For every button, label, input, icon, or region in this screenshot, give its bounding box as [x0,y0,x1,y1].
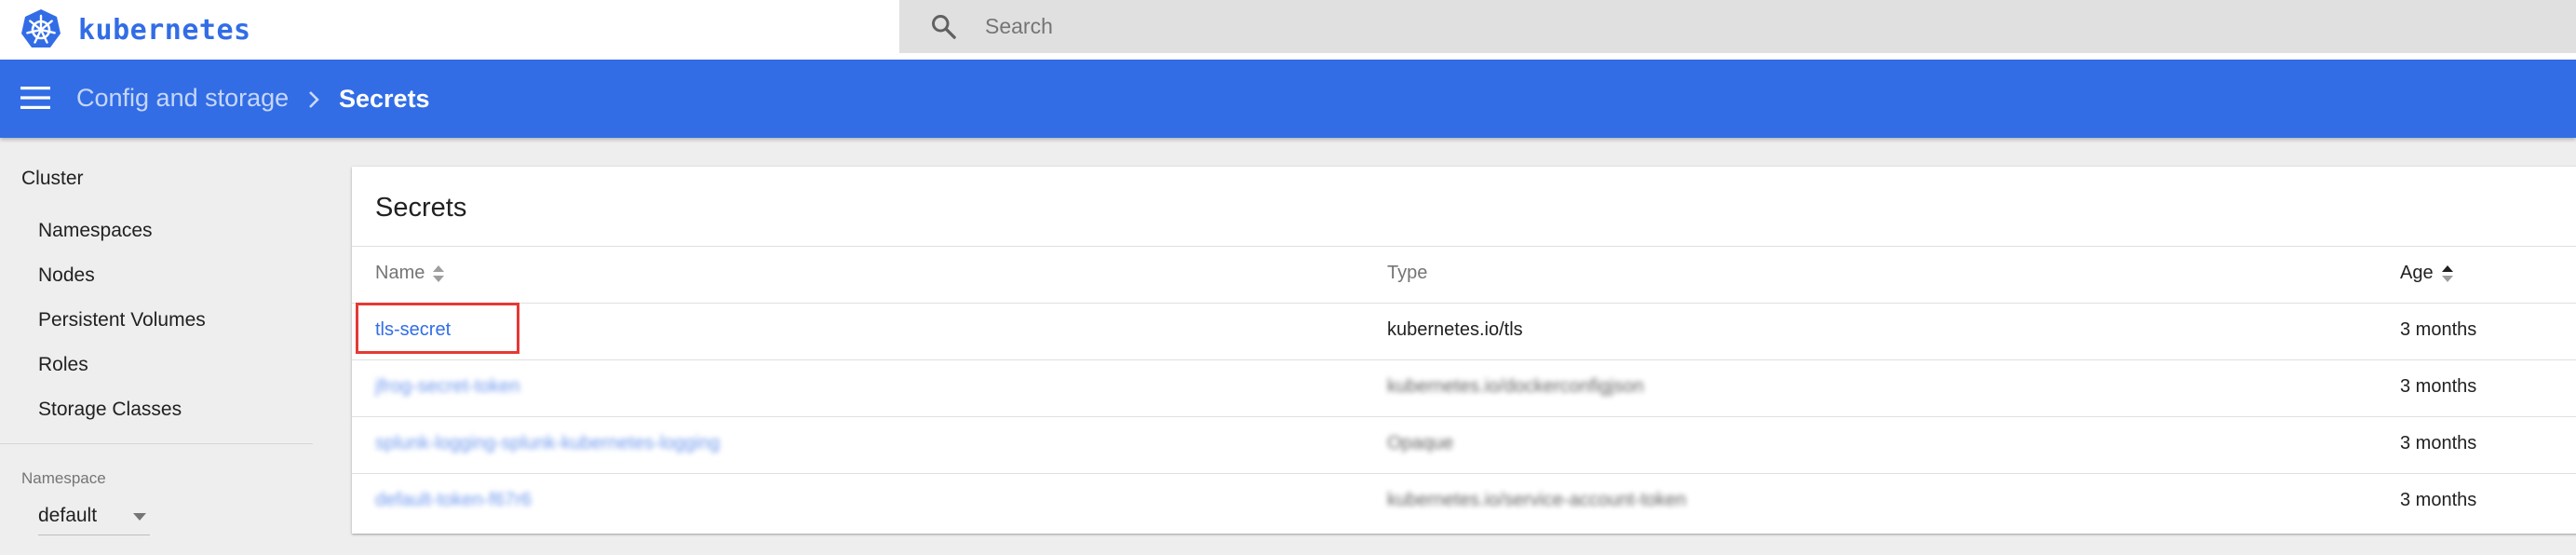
column-header-type-label: Type [1387,263,1428,283]
chevron-right-icon [309,91,319,108]
sidebar-heading-cluster[interactable]: Cluster [21,168,84,190]
secret-type: kubernetes.io/service-account-token [1387,490,1687,510]
column-header-name-label: Name [375,263,425,283]
sidebar-divider [0,443,313,444]
secret-name-link[interactable]: default-token-f67r6 [375,490,532,511]
namespace-select-value: default [38,505,98,526]
row-divider [352,416,2576,417]
card-title-divider [352,246,2576,247]
column-header-age[interactable]: Age [2400,263,2454,284]
sidebar-item-nodes[interactable]: Nodes [38,264,95,287]
card-title: Secrets [375,193,467,223]
column-header-type: Type [1387,263,1427,284]
breadcrumb-secrets: Secrets [339,85,430,113]
row-divider [352,473,2576,474]
secret-type: kubernetes.io/dockerconfigjson [1387,376,1644,397]
sidebar-item-namespaces[interactable]: Namespaces [38,220,153,242]
menu-icon[interactable] [20,86,50,110]
secret-age: 3 months [2400,433,2477,453]
search-icon[interactable] [929,12,958,41]
column-header-age-label: Age [2400,263,2434,283]
row-divider [352,359,2576,360]
namespace-label: Namespace [21,469,106,487]
search-bar [899,0,2576,53]
brand[interactable]: kubernetes [19,4,251,56]
sidebar-item-persistent-volumes[interactable]: Persistent Volumes [38,309,206,332]
sort-icon [433,264,445,282]
namespace-select[interactable]: default [38,502,150,535]
sidebar: Cluster Namespaces Nodes Persistent Volu… [0,138,346,555]
dropdown-arrow-icon [133,513,146,521]
secret-name-link[interactable]: splunk-logging-splunk-kubernetes-logging [375,433,720,454]
secret-type: Opaque [1387,433,1454,453]
sort-ascending-icon [2441,264,2453,282]
search-input[interactable] [985,7,2475,45]
secret-age: 3 months [2400,376,2477,397]
secret-name-link[interactable]: jfrog-secret-token [375,376,520,398]
header-divider [352,303,2576,304]
secret-age: 3 months [2400,319,2477,340]
sidebar-item-storage-classes[interactable]: Storage Classes [38,399,182,421]
secret-age: 3 months [2400,490,2477,510]
brand-name: kubernetes [78,13,251,47]
secrets-card: Secrets Name Type Age tls-secret kuberne… [352,167,2576,534]
breadcrumb-config-and-storage[interactable]: Config and storage [76,84,289,113]
top-bar: kubernetes [0,0,2576,60]
secret-type: kubernetes.io/tls [1387,319,1523,340]
column-header-name[interactable]: Name [375,263,445,284]
page-header: Config and storage Secrets [0,60,2576,138]
highlight-box [356,303,519,354]
sidebar-item-roles[interactable]: Roles [38,354,88,376]
kubernetes-logo-icon [21,9,61,47]
